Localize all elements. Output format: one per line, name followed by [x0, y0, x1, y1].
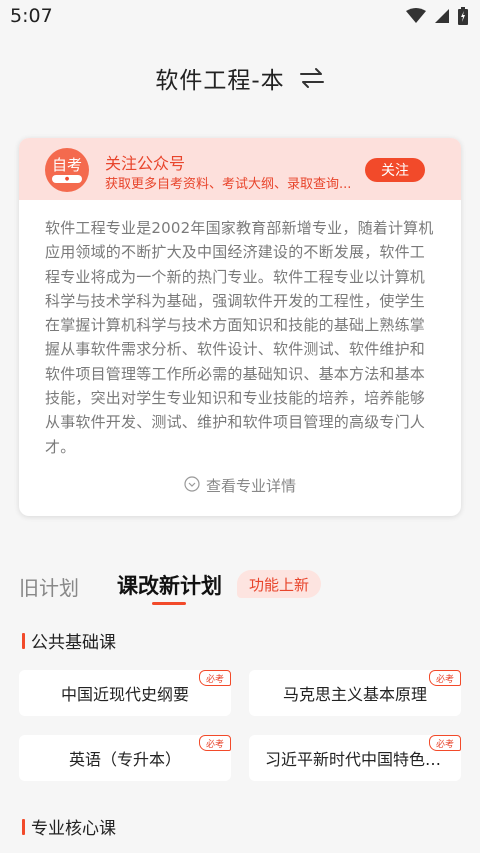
- plan-tabs: 旧计划 课改新计划 功能上新: [0, 568, 480, 608]
- required-tag: 必考: [199, 735, 231, 751]
- status-bar: 5:07: [0, 0, 480, 34]
- section-title: 公共基础课: [31, 633, 116, 653]
- swap-icon[interactable]: [299, 67, 325, 89]
- follow-button[interactable]: 关注: [365, 158, 425, 182]
- course-name: 英语（专升本）: [68, 750, 181, 769]
- banner-title: 关注公众号: [105, 154, 186, 173]
- major-info-card: 自考 ● 关注公众号 获取更多自考资料、考试大纲、录取查询... 关注 软件工程…: [19, 138, 461, 516]
- section-public-courses: 公共基础课: [22, 628, 116, 653]
- required-tag: 必考: [429, 735, 461, 751]
- course-card[interactable]: 习近平新时代中国特色社会主义思想概论 必考: [249, 735, 461, 781]
- new-feature-badge: 功能上新: [237, 570, 321, 598]
- course-card[interactable]: 中国近现代史纲要 必考: [19, 670, 231, 716]
- view-detail-label: 查看专业详情: [205, 477, 296, 495]
- battery-icon: [458, 7, 468, 29]
- section-marker: [22, 632, 25, 649]
- course-card[interactable]: 英语（专升本） 必考: [19, 735, 231, 781]
- tab-new-plan[interactable]: 课改新计划: [117, 570, 222, 600]
- section-core-courses: 专业核心课: [22, 814, 116, 839]
- zikao-logo: 自考 ●: [45, 148, 89, 192]
- wifi-icon: [406, 8, 426, 28]
- course-name: 习近平新时代中国特色社会主义思想概论: [265, 750, 445, 769]
- required-tag: 必考: [429, 670, 461, 686]
- signal-icon: [434, 8, 450, 28]
- section-title: 专业核心课: [31, 819, 116, 839]
- course-name: 中国近现代史纲要: [60, 685, 189, 704]
- view-detail-link[interactable]: 查看专业详情: [19, 475, 461, 496]
- follow-banner[interactable]: 自考 ● 关注公众号 获取更多自考资料、考试大纲、录取查询... 关注: [19, 138, 461, 200]
- tab-old-plan[interactable]: 旧计划: [19, 572, 79, 601]
- section-marker: [22, 818, 25, 835]
- page-title: 软件工程-本: [155, 68, 285, 94]
- course-name: 马克思主义基本原理: [282, 685, 427, 704]
- required-tag: 必考: [199, 670, 231, 686]
- banner-subtitle: 获取更多自考资料、考试大纲、录取查询...: [105, 177, 352, 192]
- status-icons: [406, 7, 468, 29]
- course-card[interactable]: 马克思主义基本原理 必考: [249, 670, 461, 716]
- chevron-down-circle-icon: [184, 475, 200, 496]
- status-time: 5:07: [10, 5, 53, 27]
- major-header[interactable]: 软件工程-本: [0, 58, 480, 98]
- active-tab-indicator: [152, 602, 186, 605]
- major-description: 软件工程专业是2002年国家教育部新增专业，随着计算机应用领域的不断扩大及中国经…: [45, 219, 434, 456]
